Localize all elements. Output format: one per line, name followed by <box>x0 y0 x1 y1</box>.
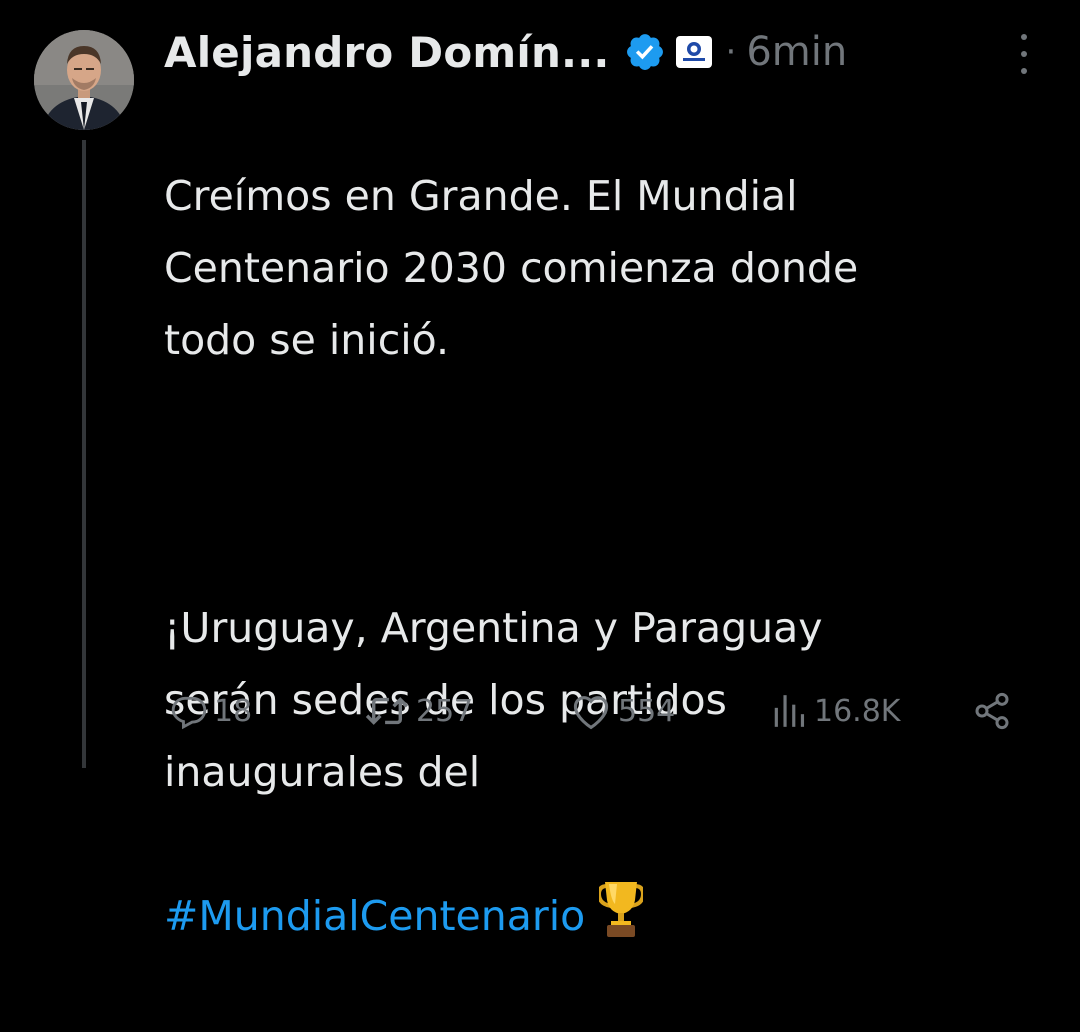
repost-icon <box>365 697 409 725</box>
like-button[interactable]: 554 <box>570 686 675 736</box>
avatar[interactable] <box>34 30 134 130</box>
repost-button[interactable]: 257 <box>364 686 473 736</box>
views-count: 16.8K <box>814 693 901 729</box>
more-options-icon[interactable] <box>1010 34 1038 74</box>
tweet-text: Creímos en Grande. El Mundial Centenario… <box>164 88 1044 1032</box>
trophy-icon <box>597 880 646 960</box>
paragraph-spacer <box>164 448 1044 520</box>
tweet-paragraph: Creímos en Grande. El Mundial Centenario… <box>164 172 859 364</box>
reply-icon <box>171 696 207 730</box>
reply-button[interactable]: 18 <box>170 686 252 736</box>
tweet-actions: 18 257 554 16.8K <box>164 686 1024 736</box>
header-separator: · <box>725 32 737 72</box>
like-count: 554 <box>618 693 676 729</box>
verified-badge-icon <box>624 31 666 73</box>
hashtag-link[interactable]: #MundialCentenario <box>164 892 585 940</box>
tweet[interactable]: Alejandro Domín... · 6min Creímos en Gra… <box>0 0 1080 940</box>
tweet-header: Alejandro Domín... · 6min <box>164 22 847 82</box>
thread-connector-line <box>82 140 86 768</box>
share-button[interactable] <box>972 686 1012 736</box>
heart-icon <box>573 696 609 730</box>
views-button[interactable]: 16.8K <box>770 686 900 736</box>
repost-count: 257 <box>416 693 474 729</box>
share-icon <box>975 692 1009 730</box>
affiliation-badge-icon[interactable] <box>675 36 712 68</box>
reply-count: 18 <box>214 693 253 729</box>
hashtag-line: #MundialCentenario <box>164 880 1044 960</box>
timestamp[interactable]: 6min <box>746 29 847 75</box>
author-name[interactable]: Alejandro Domín... <box>164 28 610 77</box>
avatar-photo <box>34 30 134 130</box>
views-icon <box>774 695 805 727</box>
